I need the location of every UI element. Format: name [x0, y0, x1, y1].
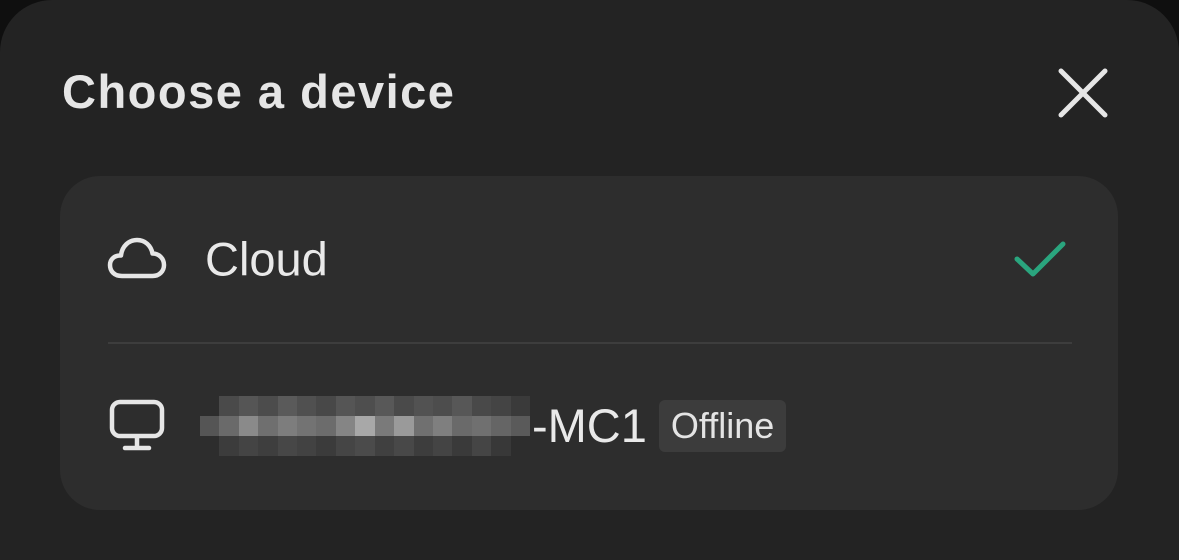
divider: [108, 342, 1072, 344]
dialog-title: Choose a device: [62, 65, 456, 118]
device-name: -MC1: [532, 399, 647, 452]
device-option-cloud[interactable]: Cloud: [60, 184, 1118, 334]
device-chooser-sheet: Choose a device Cloud -MC1 Offline: [0, 0, 1179, 560]
device-name-line: -MC1 Offline: [200, 394, 787, 458]
monitor-icon: [106, 395, 168, 457]
close-icon: [1058, 68, 1108, 118]
close-button[interactable]: [1050, 60, 1116, 126]
device-option-label: Cloud: [205, 232, 328, 286]
checkmark-icon: [1012, 231, 1068, 287]
device-list: Cloud -MC1 Offline: [60, 176, 1118, 510]
redacted-device-name: [200, 396, 530, 456]
status-badge: Offline: [658, 400, 787, 452]
cloud-icon: [106, 228, 168, 290]
device-option-computer[interactable]: -MC1 Offline: [60, 351, 1118, 501]
